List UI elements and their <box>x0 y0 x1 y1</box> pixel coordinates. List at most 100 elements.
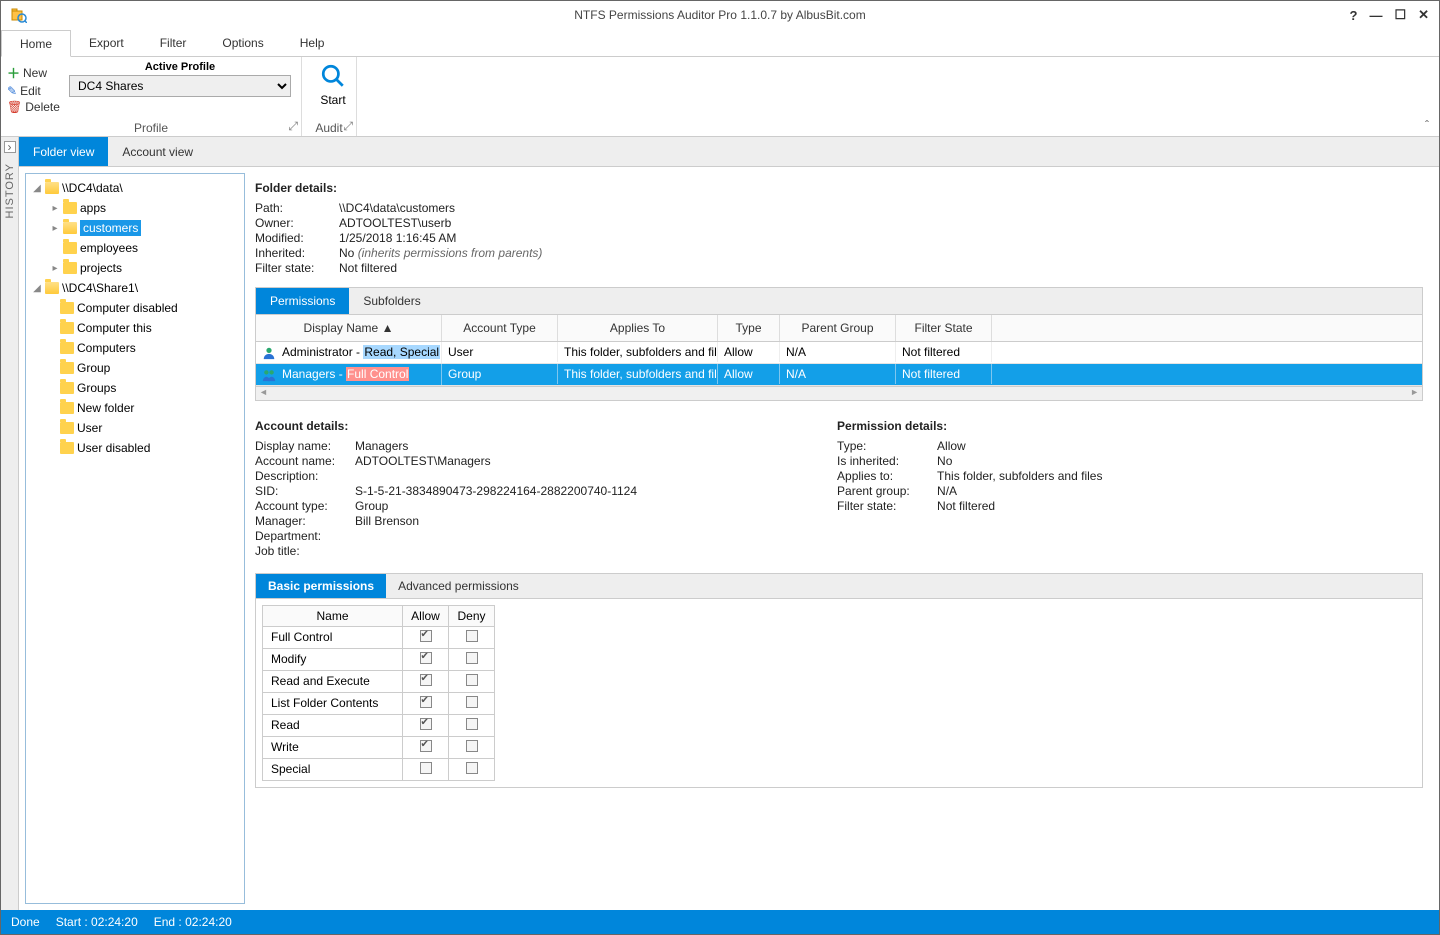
tree-label: projects <box>80 261 122 275</box>
perm-name: Modify <box>263 648 403 670</box>
modified-value: 1/25/2018 1:16:45 AM <box>339 231 456 245</box>
folder-tree[interactable]: ◢\\DC4\data\ ▸apps ▸customers employees … <box>25 173 245 904</box>
tree-node-groups[interactable]: Groups <box>28 378 242 398</box>
profile-dialog-launcher-icon[interactable]: ⤢ <box>288 119 298 134</box>
expand-icon[interactable]: ▸ <box>50 223 60 234</box>
tree-label: User disabled <box>77 441 150 455</box>
basic-col-allow[interactable]: Allow <box>403 605 449 626</box>
help-icon[interactable]: ? <box>1349 8 1357 23</box>
deny-checkbox[interactable] <box>466 674 478 686</box>
col-filter-state[interactable]: Filter State <box>896 315 992 341</box>
table-row: Write <box>263 736 495 758</box>
allow-checkbox[interactable] <box>420 762 432 774</box>
deny-checkbox[interactable] <box>466 718 478 730</box>
basic-col-deny[interactable]: Deny <box>449 605 495 626</box>
permissions-table[interactable]: Display Name ▲ Account Type Applies To T… <box>255 315 1423 387</box>
edit-profile-button[interactable]: ✎Edit <box>7 84 59 98</box>
menu-home[interactable]: Home <box>1 30 71 57</box>
pd-type-value: Allow <box>937 439 966 453</box>
expand-icon[interactable]: ▸ <box>50 263 60 274</box>
chevron-right-icon: › <box>8 140 12 154</box>
col-display-name[interactable]: Display Name ▲ <box>256 315 442 341</box>
tab-account-view[interactable]: Account view <box>108 137 207 166</box>
start-button[interactable]: Start <box>306 59 360 107</box>
deny-checkbox[interactable] <box>466 740 478 752</box>
perm-name: Read <box>263 714 403 736</box>
minimize-icon[interactable]: — <box>1369 8 1382 23</box>
tree-node-root1[interactable]: ◢\\DC4\data\ <box>28 178 242 198</box>
collapse-icon[interactable]: ◢ <box>32 283 42 294</box>
tree-node-user[interactable]: User <box>28 418 242 438</box>
menu-export[interactable]: Export <box>71 29 142 56</box>
tree-node-apps[interactable]: ▸apps <box>28 198 242 218</box>
tab-folder-view[interactable]: Folder view <box>19 137 108 166</box>
allow-checkbox[interactable] <box>420 652 432 664</box>
col-account-type[interactable]: Account Type <box>442 315 558 341</box>
tree-label: \\DC4\Share1\ <box>62 281 138 295</box>
new-profile-button[interactable]: ＋New <box>7 63 59 82</box>
folder-icon <box>60 342 74 354</box>
menu-options[interactable]: Options <box>204 29 281 56</box>
deny-checkbox[interactable] <box>466 696 478 708</box>
delete-profile-button[interactable]: 🗑Delete <box>7 100 59 114</box>
tree-node-user-disabled[interactable]: User disabled <box>28 438 242 458</box>
tree-node-computers[interactable]: Computers <box>28 338 242 358</box>
menu-filter[interactable]: Filter <box>142 29 205 56</box>
user-icon <box>262 346 276 360</box>
tree-node-computer-disabled[interactable]: Computer disabled <box>28 298 242 318</box>
ad-sid-label: SID: <box>255 484 355 498</box>
tree-node-new-folder[interactable]: New folder <box>28 398 242 418</box>
status-done: Done <box>11 915 40 929</box>
col-applies-to[interactable]: Applies To <box>558 315 718 341</box>
col-parent-group[interactable]: Parent Group <box>780 315 896 341</box>
col-type[interactable]: Type <box>718 315 780 341</box>
pd-fs-value: Not filtered <box>937 499 995 513</box>
trash-icon: 🗑 <box>7 100 22 114</box>
tab-permissions[interactable]: Permissions <box>256 288 349 314</box>
menu-help[interactable]: Help <box>282 29 343 56</box>
status-bar: Done Start : 02:24:20 End : 02:24:20 <box>1 910 1439 934</box>
start-label: Start <box>320 93 345 107</box>
table-row[interactable]: Administrator - Read, SpecialUserThis fo… <box>256 342 1422 364</box>
audit-dialog-launcher-icon[interactable]: ⤢ <box>343 119 353 134</box>
history-label: HISTORY <box>4 163 16 219</box>
basic-permissions-box: Name Allow Deny Full ControlModifyRead a… <box>255 599 1423 788</box>
allow-checkbox[interactable] <box>420 696 432 708</box>
tab-advanced-permissions[interactable]: Advanced permissions <box>386 574 531 598</box>
tree-node-group[interactable]: Group <box>28 358 242 378</box>
expand-icon[interactable]: ▸ <box>50 203 60 214</box>
permission-details-title: Permission details: <box>837 419 1102 433</box>
sort-asc-icon: ▲ <box>382 321 394 335</box>
close-icon[interactable]: ✕ <box>1418 7 1429 23</box>
collapse-icon[interactable]: ◢ <box>32 183 42 194</box>
tab-basic-permissions[interactable]: Basic permissions <box>256 574 386 598</box>
maximize-icon[interactable]: ☐ <box>1394 7 1406 23</box>
tree-node-root2[interactable]: ◢ \\DC4\Share1\ <box>28 278 242 298</box>
folder-icon <box>63 262 77 274</box>
allow-checkbox[interactable] <box>420 674 432 686</box>
audit-group-label: Audit <box>315 121 342 135</box>
tree-node-employees[interactable]: employees <box>28 238 242 258</box>
folder-icon <box>63 222 77 234</box>
ribbon-collapse-button[interactable]: ˆ <box>1415 57 1439 136</box>
tree-node-computer-this[interactable]: Computer this <box>28 318 242 338</box>
tree-node-customers[interactable]: ▸customers <box>28 218 242 238</box>
ad-dn-value: Managers <box>355 439 408 453</box>
tab-subfolders[interactable]: Subfolders <box>349 288 434 314</box>
allow-checkbox[interactable] <box>420 718 432 730</box>
tree-node-projects[interactable]: ▸ projects <box>28 258 242 278</box>
deny-checkbox[interactable] <box>466 630 478 642</box>
deny-checkbox[interactable] <box>466 652 478 664</box>
deny-checkbox[interactable] <box>466 762 478 774</box>
basic-col-name[interactable]: Name <box>263 605 403 626</box>
horizontal-scrollbar[interactable] <box>255 387 1423 401</box>
allow-checkbox[interactable] <box>420 630 432 642</box>
allow-checkbox[interactable] <box>420 740 432 752</box>
history-expand-button[interactable]: › <box>4 141 16 153</box>
profile-select[interactable]: DC4 Shares <box>69 75 291 97</box>
table-row[interactable]: Managers - Full ControlGroupThis folder,… <box>256 364 1422 386</box>
status-end: End : 02:24:20 <box>154 915 232 929</box>
delete-label: Delete <box>25 100 60 114</box>
tree-label: Computers <box>77 341 136 355</box>
table-row: Full Control <box>263 626 495 648</box>
